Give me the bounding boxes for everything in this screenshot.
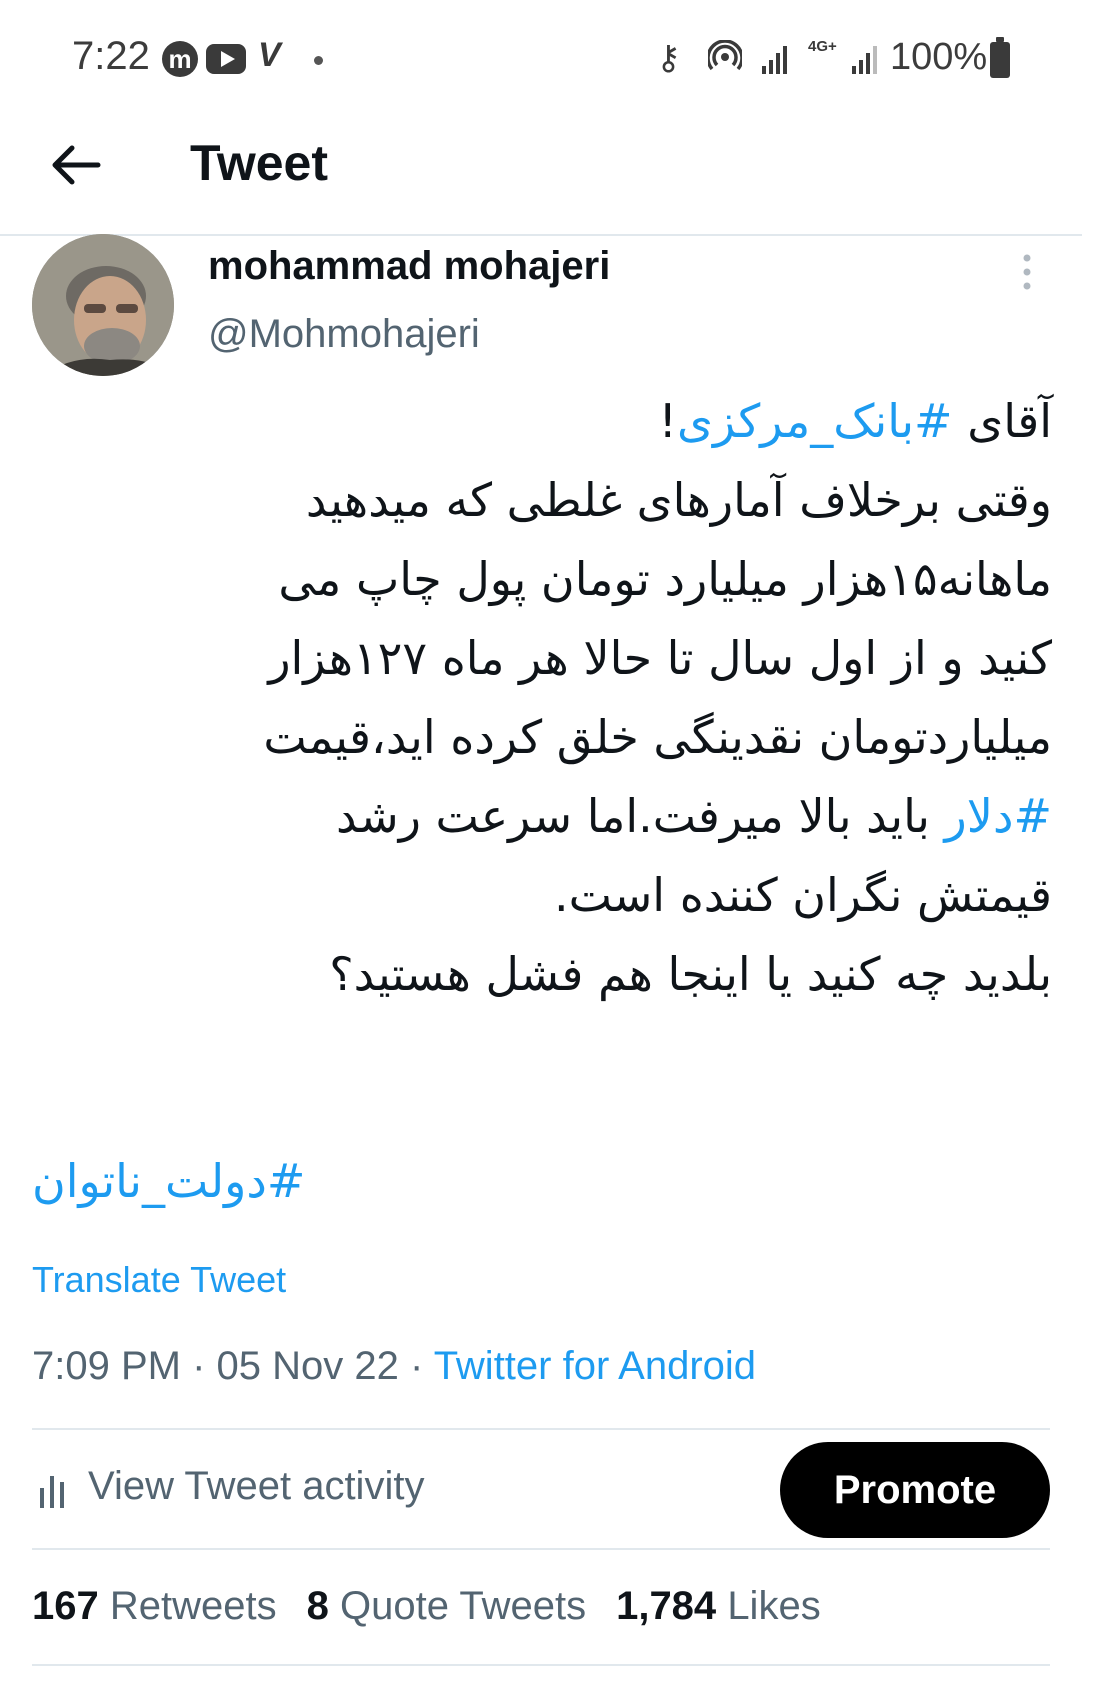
tweet-time: 7:09 PM [32, 1344, 181, 1388]
tweet-source-link[interactable]: Twitter for Android [434, 1344, 756, 1388]
dot-icon [314, 56, 323, 65]
divider [32, 1548, 1050, 1550]
header-divider [0, 234, 1082, 236]
tweet-line: #دلار باید بالا میرفت.اما سرعت رشد [336, 789, 1052, 843]
tweet-stats: 167 Retweets 8 Quote Tweets 1,784 Likes [32, 1584, 821, 1629]
signal-icon [852, 46, 877, 74]
divider [32, 1664, 1050, 1666]
tweet-date: 05 Nov 22 [216, 1344, 399, 1388]
divider [32, 1428, 1050, 1430]
quote-tweets-stat[interactable]: 8 Quote Tweets [307, 1584, 586, 1628]
tweet-line: بلدید چه کنید یا اینجا هم فشل هستید؟ [329, 947, 1052, 1001]
tweet-line: کنید و از اول سال تا حالا هر ماه ۱۲۷هزار [268, 631, 1052, 685]
author-handle[interactable]: @Mohmohajeri [208, 312, 480, 357]
more-options-icon[interactable] [1022, 252, 1032, 292]
tweet-meta: 7:09 PM · 05 Nov 22 · Twitter for Androi… [32, 1344, 757, 1388]
hotspot-icon [708, 40, 742, 71]
tweet-line: آقای #بانک_مرکزی! [658, 394, 1052, 448]
promote-button[interactable]: Promote [780, 1442, 1050, 1538]
tweet-line: میلیاردتومان نقدینگی خلق کرده اید،قیمت [263, 710, 1052, 764]
signal-icon [762, 46, 787, 74]
hashtag-link[interactable]: #بانک_مرکزی [677, 394, 953, 448]
author-name[interactable]: mohammad mohajeri [208, 244, 610, 289]
view-tweet-activity-link[interactable]: View Tweet activity [88, 1464, 424, 1509]
hashtag-link[interactable]: #دلار [945, 789, 1052, 843]
page-title: Tweet [190, 135, 328, 191]
key-icon: ⚷ [656, 39, 681, 77]
hashtag-link[interactable]: #دولت_ناتوان [32, 1154, 305, 1208]
tweet-line: قیمتش نگران کننده است. [553, 868, 1052, 922]
avatar[interactable] [32, 234, 174, 376]
youtube-icon [206, 44, 246, 74]
battery-percent: 100% [890, 36, 988, 78]
network-type: 4G+ [808, 38, 837, 55]
tweet-line: ماهانه۱۵هزار میلیارد تومان پول چاپ می [278, 552, 1052, 606]
translate-tweet-link[interactable]: Translate Tweet [32, 1259, 286, 1301]
m-app-icon: m [162, 41, 198, 77]
tweet-line: وقتی برخلاف آمارهای غلطی که میدهید [305, 473, 1052, 527]
battery-icon [990, 37, 1010, 78]
back-arrow-icon[interactable] [48, 138, 102, 192]
v-app-icon: V [258, 36, 281, 74]
tweet-text: آقای #بانک_مرکزی! وقتی برخلاف آمارهای غل… [52, 382, 1052, 1014]
status-time: 7:22 [72, 34, 150, 78]
analytics-icon[interactable] [38, 1470, 70, 1510]
likes-stat[interactable]: 1,784 Likes [616, 1584, 821, 1628]
retweets-stat[interactable]: 167 Retweets [32, 1584, 277, 1628]
